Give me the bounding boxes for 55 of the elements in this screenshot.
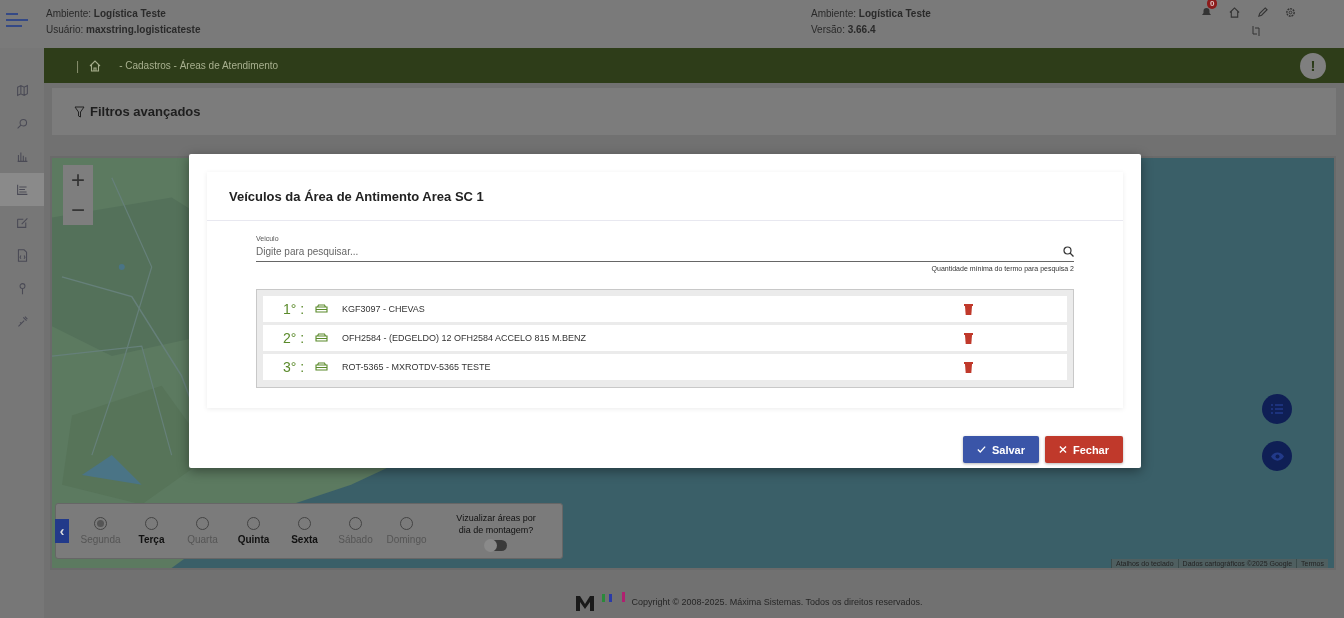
toggle-switch[interactable] bbox=[485, 539, 507, 551]
vehicle-name: ROT-5365 - MXROTDV-5365 TESTE bbox=[342, 362, 491, 372]
modal-title: Veículos da Área de Antimento Area SC 1 bbox=[207, 172, 1123, 221]
document-icon bbox=[15, 249, 29, 262]
eye-icon bbox=[1270, 451, 1284, 461]
truck-icon bbox=[315, 333, 328, 343]
header-info-text: Ambiente: Logística Teste bbox=[46, 7, 167, 21]
search-icon bbox=[15, 117, 29, 130]
logo-icon bbox=[575, 592, 628, 612]
breadcrumb-text: - Cadastros - Áreas de Atendimento bbox=[119, 60, 279, 71]
day-label: Terça bbox=[138, 534, 165, 545]
position-text: 3° : bbox=[283, 359, 306, 375]
close-icon bbox=[1059, 445, 1067, 454]
home-icon[interactable] bbox=[1229, 6, 1240, 18]
zoom-in-button[interactable]: + bbox=[63, 165, 93, 195]
collapse-button[interactable]: ‹ bbox=[55, 519, 69, 543]
separator-text: | bbox=[76, 58, 80, 73]
pencil-icon[interactable] bbox=[1257, 6, 1268, 18]
trash-icon[interactable] bbox=[964, 361, 973, 373]
position-text: 2° : bbox=[283, 330, 306, 346]
alert-button[interactable]: ! bbox=[1300, 52, 1326, 79]
trash-icon[interactable] bbox=[964, 332, 973, 344]
header-info-text: Ambiente: Logística Teste bbox=[811, 7, 932, 21]
trash-icon[interactable] bbox=[964, 303, 973, 315]
bell-icon[interactable] bbox=[1201, 6, 1212, 18]
header-info-text: Versão: 3.66.4 bbox=[811, 23, 877, 37]
bar-chart-icon bbox=[15, 150, 29, 163]
vehicle-name: OFH2584 - (EDGELDO) 12 OFH2584 ACCELO 815 M.BENZ bbox=[342, 333, 587, 343]
menu-icon[interactable] bbox=[6, 13, 28, 27]
copyright-text: Copyright © 2008-2025. Máxima Sistemas. Todos os direitos reservados. bbox=[631, 597, 923, 607]
edit-icon bbox=[15, 216, 29, 229]
tools-icon bbox=[15, 315, 29, 328]
day-label: Sexta bbox=[291, 534, 318, 545]
map-icon bbox=[15, 84, 29, 97]
sidebar-item[interactable] bbox=[0, 173, 44, 206]
day-label: Quinta bbox=[237, 534, 270, 545]
zoom-out-button[interactable]: − bbox=[63, 195, 93, 225]
truck-icon bbox=[315, 362, 328, 372]
lines-icon bbox=[15, 183, 29, 196]
header-info-text: Usuário: maxstring.logisticateste bbox=[46, 23, 202, 37]
search-icon[interactable] bbox=[1063, 246, 1074, 257]
swap-icon[interactable] bbox=[1251, 26, 1260, 36]
filter-icon[interactable] bbox=[74, 105, 85, 118]
home-icon[interactable] bbox=[89, 59, 102, 72]
list-icon bbox=[1271, 404, 1283, 414]
filters-title[interactable]: Filtros avançados bbox=[90, 104, 201, 119]
settings-icon[interactable] bbox=[1285, 6, 1296, 18]
toggle-label: Vizualizar áreas por dia de montagem? bbox=[455, 511, 537, 536]
notification-badge: 0 bbox=[1207, 0, 1218, 9]
save-button[interactable]: Salvar bbox=[963, 436, 1039, 463]
vehicle-name: KGF3097 - CHEVAS bbox=[342, 304, 425, 314]
check-icon bbox=[977, 445, 986, 454]
position-text: 1° : bbox=[283, 301, 306, 317]
truck-icon bbox=[315, 304, 328, 314]
close-button[interactable]: Fechar bbox=[1045, 436, 1123, 463]
